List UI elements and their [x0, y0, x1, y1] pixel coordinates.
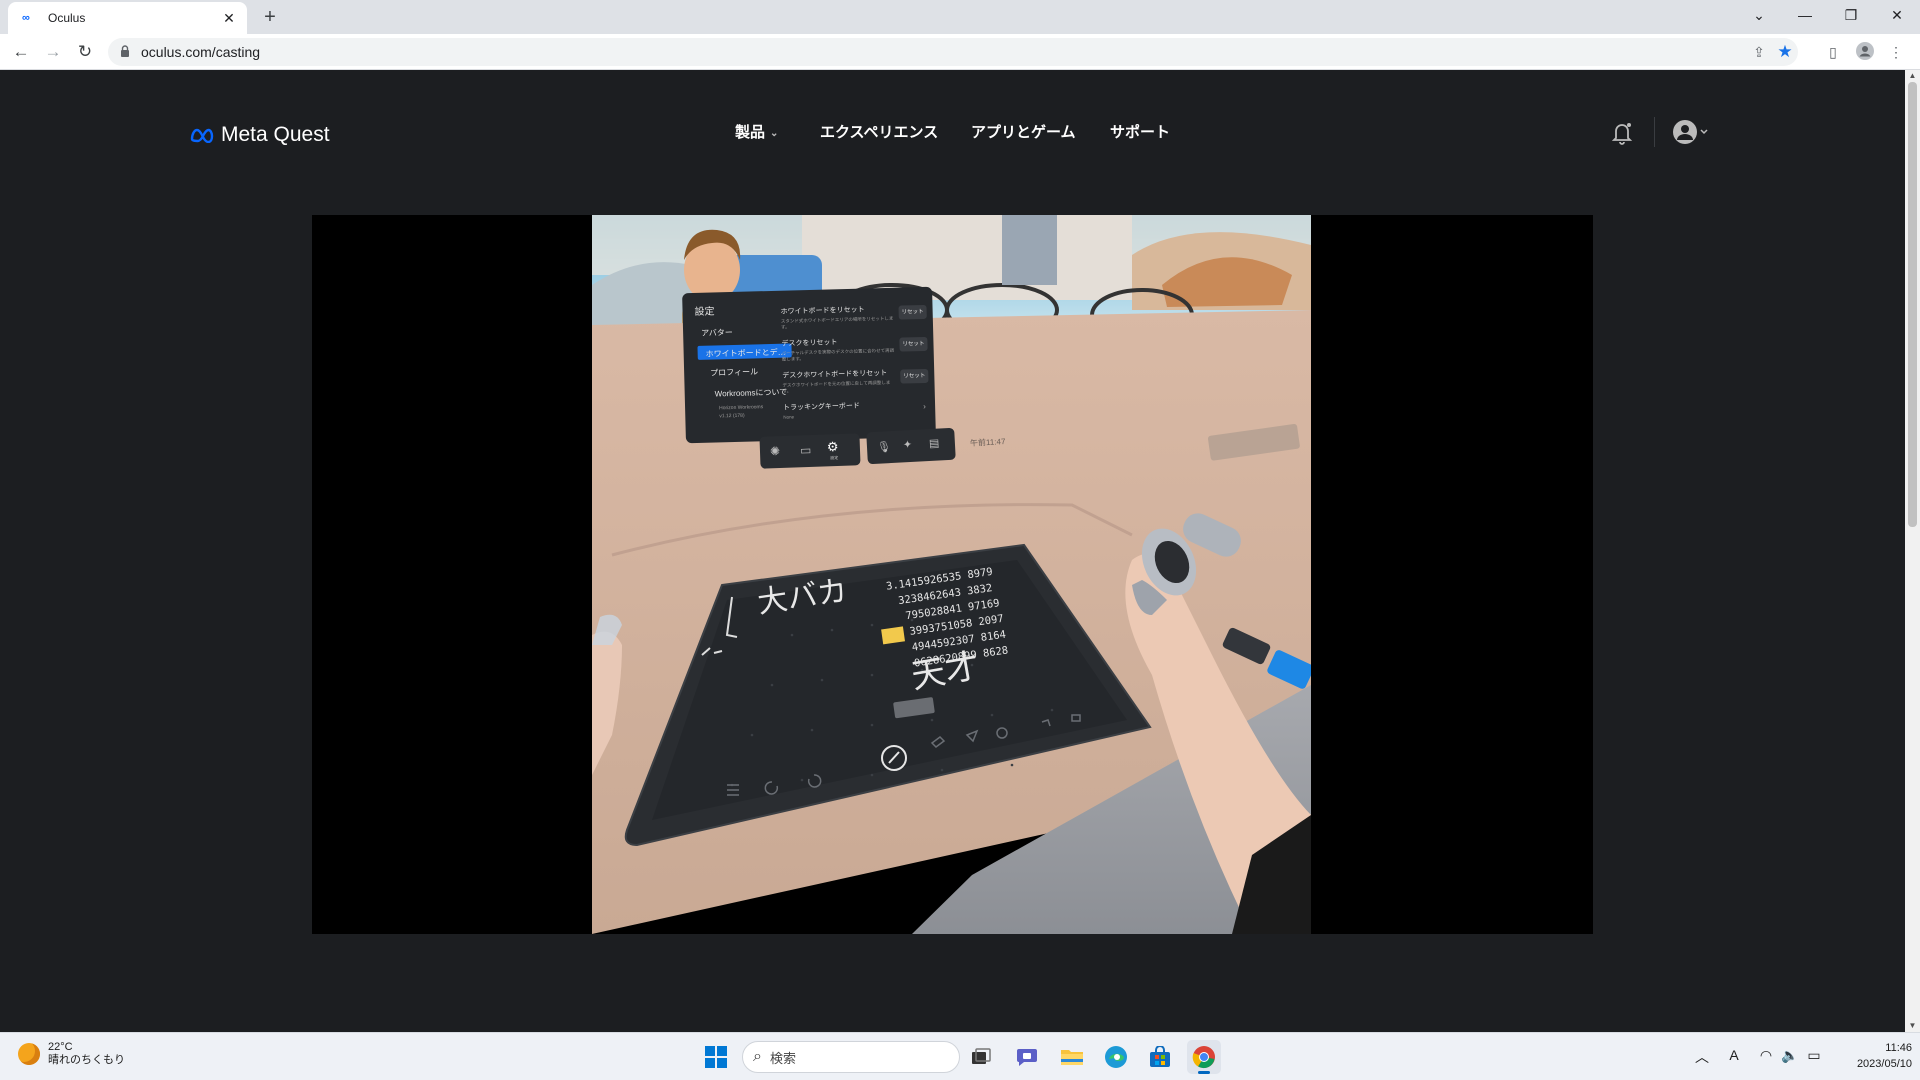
reaction-icon[interactable]: ✦	[903, 438, 913, 451]
settings-title: 設定	[694, 306, 715, 318]
account-menu[interactable]	[1671, 118, 1717, 148]
setting-row: デスクをリセット バーチャルデスクを実際のデスクの位置に合わせて再調整します。 …	[781, 335, 932, 363]
teams-chat-icon[interactable]	[1010, 1040, 1044, 1074]
people-icon[interactable]: ✺	[770, 444, 781, 458]
reload-icon[interactable]: ↻	[73, 40, 97, 64]
url-text[interactable]: oculus.com/casting	[141, 44, 260, 60]
profile-icon[interactable]	[1855, 42, 1875, 62]
notification-bell-icon[interactable]	[1610, 120, 1634, 146]
scrollbar-thumb[interactable]	[1908, 82, 1917, 527]
chevron-down-icon: ⌄	[770, 128, 779, 139]
task-view-icon[interactable]	[964, 1040, 998, 1074]
nav-apps-games-label: アプリとゲーム	[971, 124, 1076, 141]
app-version-line2: v1.12 (178)	[719, 412, 745, 420]
reset-desk-button[interactable]: リセット	[899, 336, 928, 352]
browser-toolbar: ← → ↻ oculus.com/casting ⇪ ★ ▯ ⋮	[0, 34, 1920, 70]
nav-apps-games[interactable]: アプリとゲーム	[971, 118, 1076, 148]
screen-icon[interactable]: ▭	[800, 443, 812, 457]
back-icon[interactable]: ←	[9, 40, 33, 64]
nav-experiences[interactable]: エクスペリエンス	[820, 118, 938, 148]
scroll-down-icon[interactable]: ▼	[1905, 1020, 1920, 1032]
divider	[1654, 117, 1655, 147]
store-icon[interactable]	[1143, 1040, 1177, 1074]
chevron-right-icon: ›	[923, 401, 926, 412]
search-placeholder: 検索	[769, 1050, 796, 1066]
lock-icon[interactable]	[120, 45, 130, 58]
meta-logo-icon: ∞	[22, 12, 30, 24]
browser-tab[interactable]: ∞ Oculus ✕	[8, 2, 247, 34]
dock-time: 午前11:47	[969, 437, 1006, 448]
edge-icon[interactable]	[1099, 1040, 1133, 1074]
temperature: 22°C	[48, 1041, 73, 1053]
nav-support[interactable]: サポート	[1110, 118, 1170, 148]
settings-menu-avatar[interactable]: アバター	[701, 327, 733, 339]
taskbar-clock[interactable]: 11:46 2023/05/10	[1836, 1040, 1912, 1072]
vr-dock-right: 🎙 ✦ ▤	[866, 427, 956, 465]
taskbar-search-box[interactable]: ⌕ 検索	[742, 1041, 960, 1073]
page-content: Meta Quest 製品 ⌄ エクスペリエンス アプリとゲーム サポート 大バ…	[0, 70, 1905, 1032]
logo-text: Meta Quest	[221, 123, 330, 146]
setting-row: デスクホワイトボードをリセット デスクホワイトボードを元の位置に戻して再調整しま…	[782, 367, 933, 395]
chrome-icon[interactable]	[1187, 1040, 1221, 1074]
settings-menu-whiteboard[interactable]: ホワイトボードとデ…	[697, 343, 792, 360]
microphone-icon[interactable]: 🎙	[877, 440, 892, 454]
battery-icon[interactable]: ▭	[1804, 1047, 1824, 1064]
weather-text: 晴れのちくもり	[48, 1054, 125, 1066]
setting-row-desc: バーチャルデスクを実際のデスクの位置に合わせて再調整します。	[781, 347, 895, 362]
side-panel-icon[interactable]: ▯	[1823, 42, 1843, 62]
nav-products[interactable]: 製品 ⌄	[735, 118, 778, 148]
nav-experiences-label: エクスペリエンス	[820, 124, 939, 141]
bookmark-star-icon[interactable]: ★	[1776, 43, 1794, 61]
volume-icon[interactable]: 🔈	[1780, 1047, 1800, 1064]
settings-gear-icon[interactable]: ⚙	[827, 439, 839, 455]
windows-start-icon[interactable]	[699, 1040, 733, 1074]
casting-viewer: 大バカ 3.1415926535 8979 3238462643 3832 79…	[312, 215, 1593, 934]
browser-tab-strip: ∞ Oculus ✕ + ⌄ — ❐ ✕	[0, 0, 1920, 34]
dock-settings-label: 設定	[830, 455, 839, 461]
close-window-icon[interactable]: ✕	[1874, 0, 1920, 30]
search-icon: ⌕	[753, 1048, 762, 1065]
settings-menu-profile[interactable]: プロフィール	[710, 366, 758, 378]
active-app-indicator	[1198, 1071, 1210, 1074]
settings-menu-whiteboard-label: ホワイトボードとデ…	[705, 347, 786, 359]
more-menu-icon[interactable]: ⋮	[1886, 42, 1906, 62]
page-scrollbar[interactable]: ▲ ▼	[1905, 70, 1920, 1032]
minimize-icon[interactable]: —	[1782, 0, 1828, 30]
partly-cloudy-icon	[18, 1043, 40, 1065]
address-bar[interactable]: oculus.com/casting ⇪ ★	[108, 38, 1798, 66]
settings-menu-about[interactable]: Workroomsについて	[715, 387, 788, 400]
reset-whiteboard-button[interactable]: リセット	[898, 304, 927, 320]
input-indicator-icon[interactable]: A	[1724, 1047, 1744, 1063]
meta-quest-logo[interactable]: Meta Quest	[190, 120, 330, 150]
share-screen-icon[interactable]: ▤	[929, 437, 940, 451]
restore-icon[interactable]: ❐	[1828, 0, 1874, 30]
forward-icon[interactable]: →	[41, 40, 65, 64]
share-icon[interactable]: ⇪	[1750, 43, 1768, 61]
vr-dock: ✺ ▭ ⚙ 設定	[759, 433, 861, 469]
setting-row-desc: スタンド式ホワイトボードエリアの場所をリセットします。	[780, 315, 894, 330]
windows-taskbar: 22°C 晴れのちくもり ⌕ 検索 ︿ A ◠ 🔈 ▭ 11:46 2023/0…	[0, 1032, 1920, 1080]
weather-widget[interactable]: 22°C 晴れのちくもり	[18, 1041, 125, 1067]
nav-products-label: 製品	[735, 124, 766, 141]
scroll-up-icon[interactable]: ▲	[1905, 70, 1920, 82]
tab-title: Oculus	[48, 11, 86, 25]
clock-time: 11:46	[1885, 1042, 1912, 1054]
file-explorer-icon[interactable]	[1055, 1040, 1089, 1074]
meta-logo-icon	[190, 128, 214, 143]
new-tab-button[interactable]: +	[258, 6, 282, 30]
close-tab-icon[interactable]: ✕	[221, 10, 237, 26]
clock-date: 2023/05/10	[1856, 1058, 1912, 1070]
show-hidden-icons[interactable]: ︿	[1692, 1047, 1712, 1067]
nav-support-label: サポート	[1110, 124, 1171, 141]
reset-desk-whiteboard-button[interactable]: リセット	[900, 368, 929, 384]
app-version-line1: Horizon Workrooms	[719, 404, 764, 412]
cast-video-frame[interactable]: 大バカ 3.1415926535 8979 3238462643 3832 79…	[592, 215, 1311, 934]
vr-settings-panel[interactable]: 設定 アバター ホワイトボードとデ… プロフィール Workroomsについて …	[682, 286, 936, 444]
setting-row-desc: デスクホワイトボードを元の位置に戻して再調整します。	[782, 379, 891, 394]
tab-search-chevron-icon[interactable]: ⌄	[1736, 0, 1782, 30]
setting-row[interactable]: トラッキングキーボード None ›	[783, 399, 933, 420]
setting-row: ホワイトボードをリセット スタンド式ホワイトボードエリアの場所をリセットします。…	[780, 303, 931, 331]
wifi-icon[interactable]: ◠	[1756, 1047, 1776, 1064]
